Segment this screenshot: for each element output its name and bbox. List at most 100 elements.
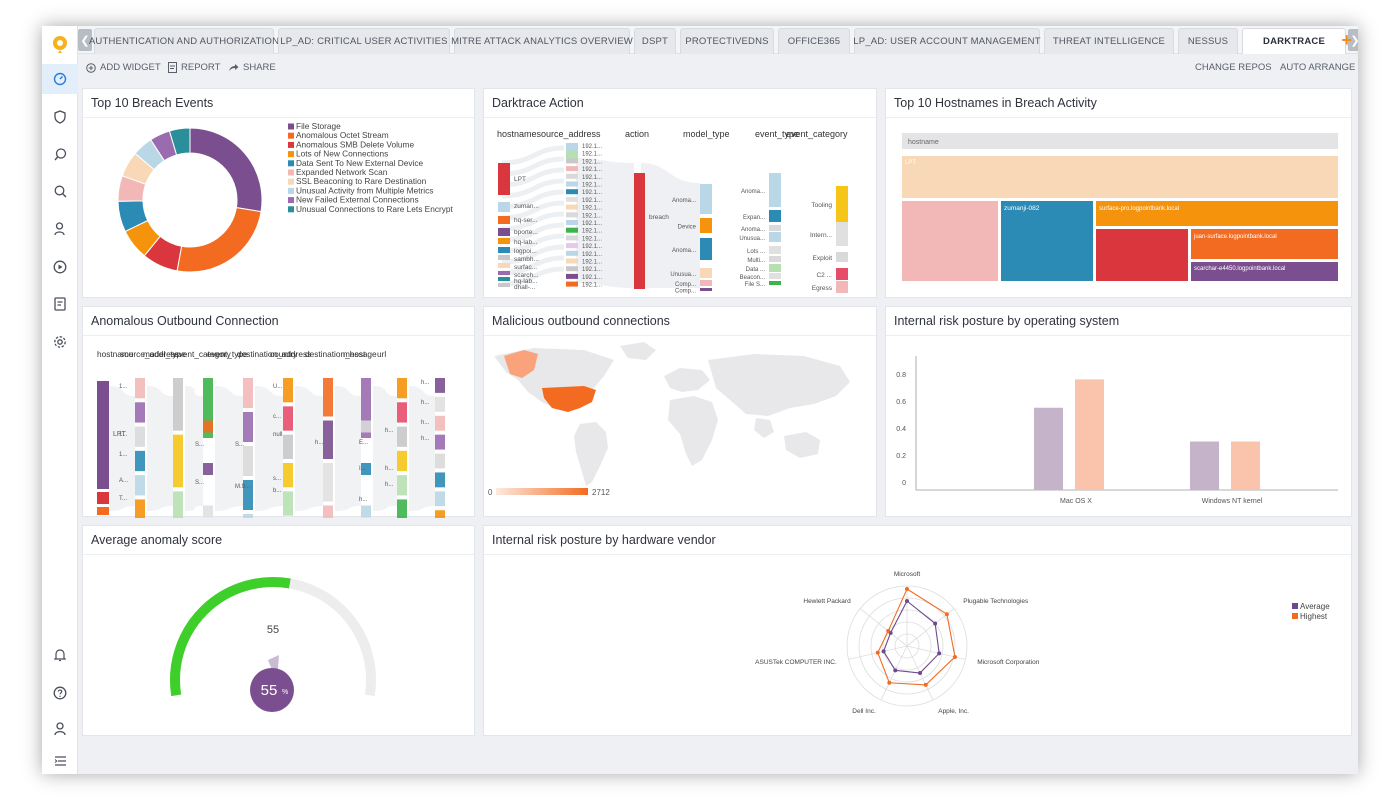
radar-point[interactable] [937,651,942,656]
sankey-node[interactable] [97,381,109,489]
sankey-node[interactable] [566,189,578,195]
sankey-node[interactable] [700,268,712,278]
sankey-node[interactable] [769,264,781,272]
sankey-node[interactable] [283,434,293,459]
radar-point[interactable] [893,668,898,673]
radar-point[interactable] [905,599,909,603]
sankey-node[interactable] [836,281,848,293]
sankey-node[interactable] [435,472,445,488]
sankey-node[interactable] [566,220,578,225]
sankey-node[interactable] [700,238,712,260]
help-icon[interactable] [50,683,70,703]
settings-icon[interactable] [50,332,70,352]
sankey-node[interactable] [283,463,293,488]
bar[interactable] [1034,407,1063,490]
tab-nessus[interactable]: NESSUS [1178,28,1238,54]
sankey-node[interactable] [323,420,333,460]
sankey-node[interactable] [769,232,781,242]
widget-anomalous-outbound[interactable]: Anomalous Outbound Connection hostname so… [82,306,475,544]
sankey-node[interactable] [135,450,145,472]
sankey-node[interactable] [769,281,781,285]
sankey-node[interactable] [435,491,445,507]
legend-label[interactable]: Average [1300,602,1330,611]
user-icon[interactable] [50,719,70,739]
sankey-node[interactable] [397,475,407,496]
sankey-node[interactable] [498,216,510,224]
bar[interactable] [1190,441,1219,491]
report-icon[interactable] [50,294,70,314]
widget-top-hostnames[interactable]: Top 10 Hostnames in Breach Activity host… [885,88,1352,298]
sankey-node[interactable] [498,277,510,281]
sankey-node[interactable] [498,163,510,195]
sankey-node[interactable] [498,228,510,236]
sankey-node[interactable] [498,263,510,268]
sankey-node[interactable] [323,463,333,502]
sankey-node[interactable] [397,402,407,423]
widget-risk-hw[interactable]: Internal risk posture by hardware vendor… [483,525,1352,736]
sankey-node[interactable] [566,243,578,249]
sankey-node[interactable] [566,204,578,210]
dashboard-icon[interactable] [42,64,78,94]
tab-authentication[interactable]: AUTHENTICATION AND AUTHORIZATION [89,28,279,54]
radar-point[interactable] [952,654,957,659]
sankey-node[interactable] [836,222,848,246]
radar-point[interactable] [887,680,892,685]
sankey-node[interactable] [566,266,578,272]
radar-point[interactable] [944,612,949,617]
sankey-node[interactable] [135,475,145,496]
sankey-node[interactable] [700,184,712,214]
sankey-node[interactable] [397,426,407,447]
tab-mitre-attack[interactable]: MITRE ATTACK ANALYTICS OVERVIEW [451,28,633,54]
shield-icon[interactable] [50,107,70,127]
sankey-node[interactable] [435,396,445,412]
tab-threat-intelligence[interactable]: THREAT INTELLIGENCE [1044,28,1174,54]
sankey-node[interactable] [243,446,253,476]
sankey-node[interactable] [243,412,253,442]
radar-point[interactable] [905,587,909,591]
sankey-node[interactable] [173,434,183,488]
sankey-node[interactable] [361,420,371,433]
sankey-node[interactable] [566,227,578,233]
sankey-node[interactable] [769,210,781,222]
sankey-node[interactable] [323,378,333,417]
sankey-node[interactable] [435,378,445,393]
donut-slice[interactable] [176,207,262,273]
play-circle-icon[interactable] [50,257,70,277]
sankey-node[interactable] [361,505,371,518]
donut-slice[interactable] [189,127,263,213]
sankey-node[interactable] [135,426,145,447]
sankey-node[interactable] [566,281,578,287]
widget-avg-anomaly[interactable]: Average anomaly score 55 55 % [82,525,475,736]
sankey-node[interactable] [173,491,183,544]
sankey-node[interactable] [566,173,578,179]
sankey-node[interactable] [203,505,213,518]
sankey-node[interactable] [243,514,253,544]
sankey-node[interactable] [498,202,510,212]
sankey-node[interactable] [769,173,781,207]
sankey-node[interactable] [283,491,293,516]
search-icon[interactable] [50,181,70,201]
sankey-node[interactable] [769,273,781,279]
radar-point[interactable] [875,650,880,655]
sankey-node[interactable] [173,378,183,431]
sankey-node[interactable] [435,415,445,431]
sankey-node[interactable] [498,238,510,244]
report-button[interactable]: REPORT [168,62,220,73]
tab-office365[interactable]: OFFICE365 [778,28,850,54]
tab-darktrace[interactable]: DARKTRACE [1242,28,1346,54]
legend-label[interactable]: Highest [1300,612,1328,621]
sankey-node[interactable] [769,246,781,254]
sankey-node[interactable] [634,173,645,289]
treemap-cell-lpt[interactable] [902,156,1338,198]
bar[interactable] [1231,441,1260,491]
sankey-node[interactable] [566,158,578,164]
auto-arrange-button[interactable]: AUTO ARRANGE [1280,62,1355,73]
sankey-node[interactable] [397,499,407,520]
sankey-node[interactable] [498,271,510,275]
widget-darktrace-action[interactable]: Darktrace Action hostnamesource_address a… [483,88,877,298]
sankey-node[interactable] [283,378,293,403]
sankey-node[interactable] [566,273,578,279]
treemap-cell-zumanji[interactable] [1001,201,1093,281]
treemap-cell[interactable] [1096,229,1188,281]
sankey-node[interactable] [769,225,781,231]
